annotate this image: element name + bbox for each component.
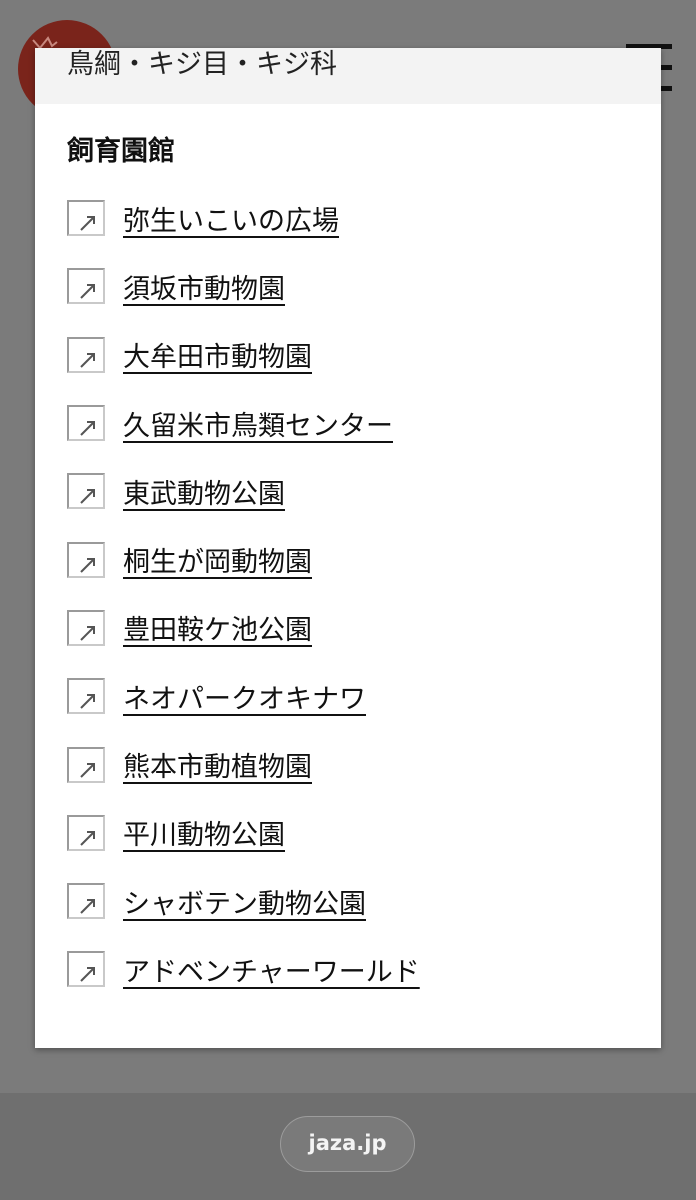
screen: 鳥綱・キジ目・キジ科 飼育園館 弥生いこいの広場 須坂市動物園 大牟田市動物園久留米… (0, 0, 696, 1200)
list-item[interactable]: 須坂市動物園 (67, 252, 661, 320)
browser-bottom-bar: jaza.jp (0, 1093, 696, 1200)
broken-image-icon (67, 678, 105, 715)
zoo-link[interactable]: 桐生が岡動物園 (123, 540, 312, 579)
zoo-link[interactable]: 平川動物公園 (123, 813, 285, 852)
broken-image-icon (67, 541, 105, 578)
zoo-link[interactable]: 豊田鞍ケ池公園 (123, 608, 312, 647)
list-item[interactable]: ネオパークオキナワ (67, 662, 661, 730)
list-item[interactable]: 平川動物公園 (67, 799, 661, 867)
list-item[interactable]: 豊田鞍ケ池公園 (67, 594, 661, 662)
broken-image-icon (67, 200, 105, 237)
zoo-link[interactable]: 久留米市鳥類センター (123, 404, 393, 443)
zoo-link[interactable]: ネオパークオキナワ (123, 677, 366, 716)
zoo-link[interactable]: 熊本市動植物園 (123, 745, 312, 784)
broken-image-icon (67, 473, 105, 510)
zoo-link[interactable]: 須坂市動物園 (123, 267, 285, 306)
broken-image-icon (67, 268, 105, 305)
zoo-link[interactable]: 東武動物公園 (123, 472, 285, 511)
broken-image-icon (67, 883, 105, 920)
zoo-link[interactable]: 弥生いこいの広場 (123, 199, 339, 238)
zoo-link-list: 弥生いこいの広場 須坂市動物園 大牟田市動物園久留米市鳥類センター 東武動物公園 桐生が… (35, 184, 661, 1004)
list-item[interactable]: 弥生いこいの広場 (67, 184, 661, 252)
list-item[interactable]: 久留米市鳥類センター (67, 389, 661, 457)
list-item[interactable]: 熊本市動植物園 (67, 730, 661, 798)
list-item[interactable]: 東武動物公園 (67, 457, 661, 525)
list-item[interactable]: シャボテン動物公園 (67, 867, 661, 935)
broken-image-icon (67, 746, 105, 783)
list-item[interactable]: 大牟田市動物園 (67, 321, 661, 389)
zoo-link[interactable]: アドベンチャーワールド (123, 950, 420, 989)
broken-image-icon (67, 951, 105, 988)
zoo-link[interactable]: シャボテン動物公園 (123, 882, 366, 921)
breadcrumb: 鳥綱・キジ目・キジ科 (35, 48, 661, 104)
broken-image-icon (67, 814, 105, 851)
url-bar[interactable]: jaza.jp (280, 1116, 415, 1172)
list-item[interactable]: アドベンチャーワールド (67, 935, 661, 1003)
zoo-link[interactable]: 大牟田市動物園 (123, 335, 312, 374)
broken-image-icon (67, 336, 105, 373)
section-title: 飼育園館 (67, 136, 175, 167)
zoo-list-modal: 鳥綱・キジ目・キジ科 飼育園館 弥生いこいの広場 須坂市動物園 大牟田市動物園久留米… (35, 48, 661, 1048)
broken-image-icon (67, 405, 105, 442)
list-item[interactable]: 桐生が岡動物園 (67, 525, 661, 593)
broken-image-icon (67, 609, 105, 646)
